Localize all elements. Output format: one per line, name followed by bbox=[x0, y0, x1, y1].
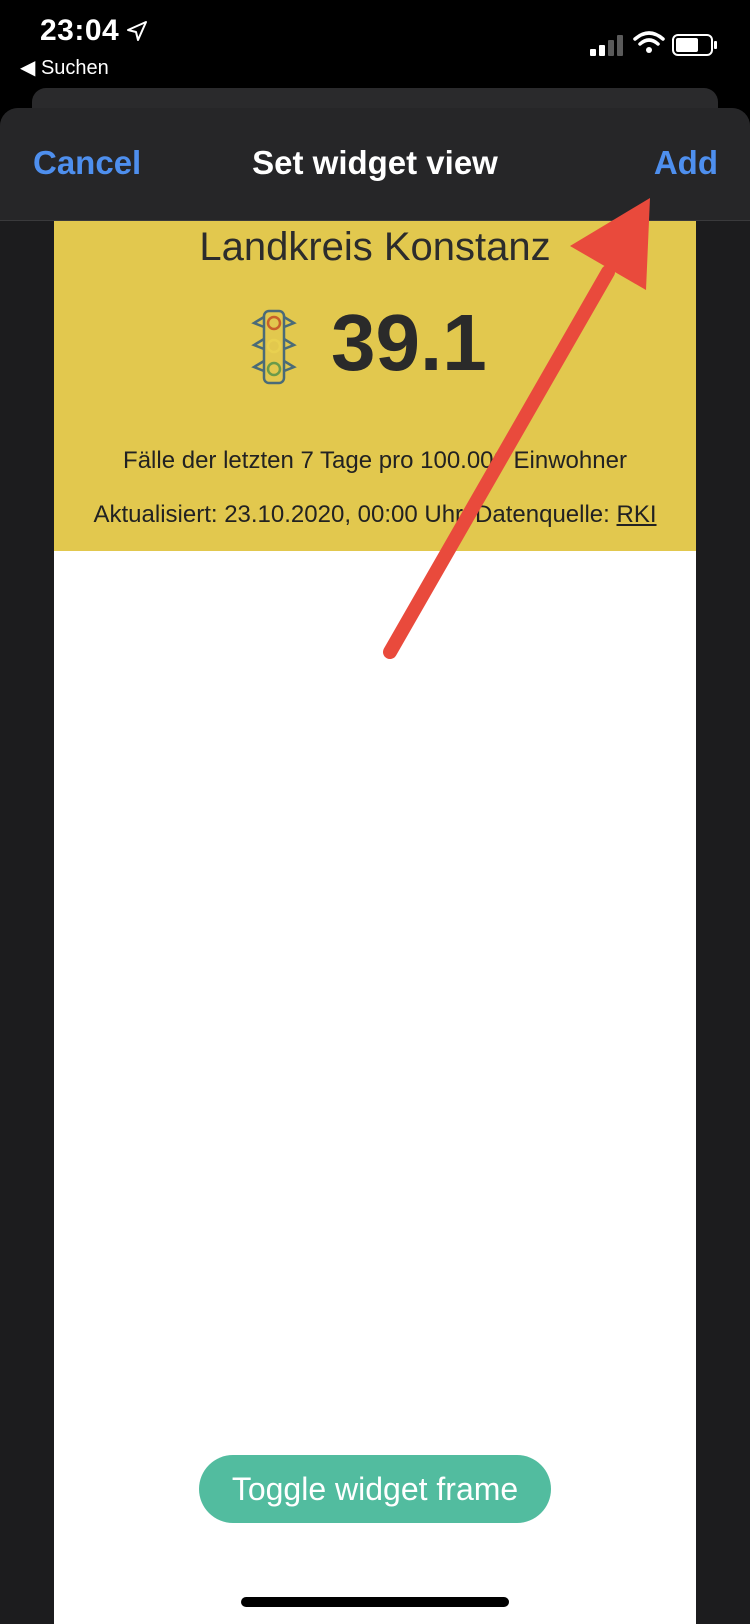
widget-region-name: Landkreis Konstanz bbox=[199, 225, 551, 269]
incidence-value: 39.1 bbox=[331, 298, 487, 387]
home-indicator bbox=[241, 1597, 509, 1607]
status-bar: 23:04 ◀ Suchen bbox=[0, 0, 750, 90]
toggle-widget-frame-button[interactable]: Toggle widget frame bbox=[199, 1455, 551, 1523]
widget-description: Fälle der letzten 7 Tage pro 100.000 Ein… bbox=[123, 447, 627, 474]
widget-preview-area: Landkreis Konstanz 39.1 Fälle der letzte… bbox=[54, 221, 696, 1624]
modal-sheet: Set widget view Cancel Add Landkreis Kon… bbox=[0, 108, 750, 1624]
updated-text: Aktualisiert: 23.10.2020, 00:00 Uhr, Dat… bbox=[93, 501, 617, 528]
widget-value-row: 39.1 bbox=[54, 298, 696, 401]
battery-icon bbox=[672, 34, 717, 56]
widget-updated-line: Aktualisiert: 23.10.2020, 00:00 Uhr, Dat… bbox=[54, 501, 696, 529]
source-link[interactable]: RKI bbox=[617, 501, 657, 528]
status-time: 23:04 bbox=[40, 14, 120, 47]
cancel-button[interactable]: Cancel bbox=[33, 144, 141, 182]
incidence-widget: Landkreis Konstanz 39.1 Fälle der letzte… bbox=[54, 221, 696, 551]
location-arrow-icon bbox=[127, 21, 147, 41]
back-to-search-link[interactable]: ◀ Suchen bbox=[20, 55, 109, 80]
wifi-icon bbox=[633, 31, 665, 53]
cellular-signal-icon bbox=[590, 35, 623, 56]
nav-bar: Set widget view Cancel Add bbox=[0, 108, 750, 221]
traffic-light-icon bbox=[251, 309, 297, 385]
add-button[interactable]: Add bbox=[654, 144, 718, 182]
